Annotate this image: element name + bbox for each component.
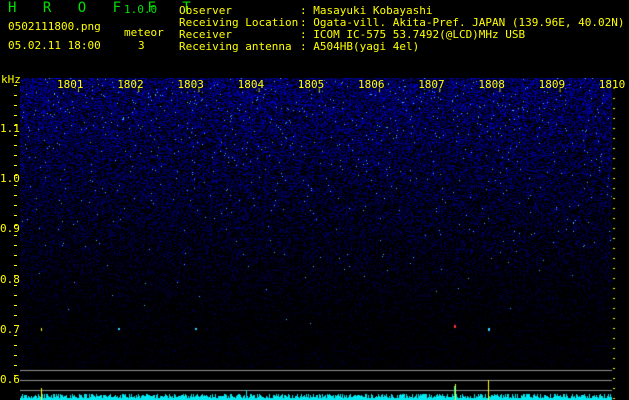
y-tick <box>14 325 17 326</box>
x-tick-label: 1806 <box>358 78 385 91</box>
y-tick <box>14 345 17 346</box>
y-tick <box>14 215 17 216</box>
file-name: 0502111800.png <box>8 20 101 33</box>
y-axis-ticks: (function(){const d=document.currentScri… <box>14 85 18 385</box>
y-tick <box>14 165 17 166</box>
y-tick <box>14 225 17 226</box>
y-tick <box>14 285 17 286</box>
y-tick <box>14 295 17 296</box>
y-tick <box>14 235 17 236</box>
antenna-value: : A504HB(yagi 4el) <box>300 40 420 53</box>
x-tick-label: 1810 <box>598 78 626 91</box>
file-datetime: 05.02.11 18:00 <box>8 39 101 52</box>
y-tick <box>14 135 17 136</box>
y-tick <box>14 355 17 356</box>
x-tick-label: 1803 <box>177 78 204 91</box>
meteor-label: meteor <box>124 26 164 39</box>
y-tick <box>14 315 17 316</box>
y-tick <box>14 245 17 246</box>
meteor-count: 3 <box>138 39 145 52</box>
y-tick <box>14 205 17 206</box>
app-title: H R O F F T <box>8 0 200 16</box>
y-tick <box>14 125 17 126</box>
y-tick <box>14 275 17 276</box>
x-tick-label: 1805 <box>297 78 325 91</box>
y-tick <box>14 95 17 96</box>
y-tick <box>14 195 17 196</box>
y-tick <box>14 85 17 86</box>
y-tick <box>14 305 17 306</box>
antenna-label: Receiving antenna <box>179 40 292 53</box>
y-tick <box>14 155 17 156</box>
x-tick-label: 1801 <box>57 78 84 91</box>
y-tick <box>14 375 17 376</box>
y-tick <box>14 145 17 146</box>
y-tick <box>14 365 17 366</box>
y-tick <box>14 335 17 336</box>
x-tick-label: 1802 <box>117 78 144 91</box>
x-tick-label: 1804 <box>237 78 265 91</box>
x-tick-label: 1808 <box>478 78 505 91</box>
y-tick <box>14 105 17 106</box>
y-tick <box>14 175 17 176</box>
y-tick <box>14 255 17 256</box>
app-version: 1.0.0 <box>124 3 158 16</box>
y-tick <box>14 115 17 116</box>
spectrogram-canvas <box>20 78 616 400</box>
x-tick-label: 1807 <box>418 78 445 91</box>
y-tick <box>14 265 17 266</box>
y-tick <box>14 185 17 186</box>
x-tick-label: 1809 <box>538 78 566 91</box>
